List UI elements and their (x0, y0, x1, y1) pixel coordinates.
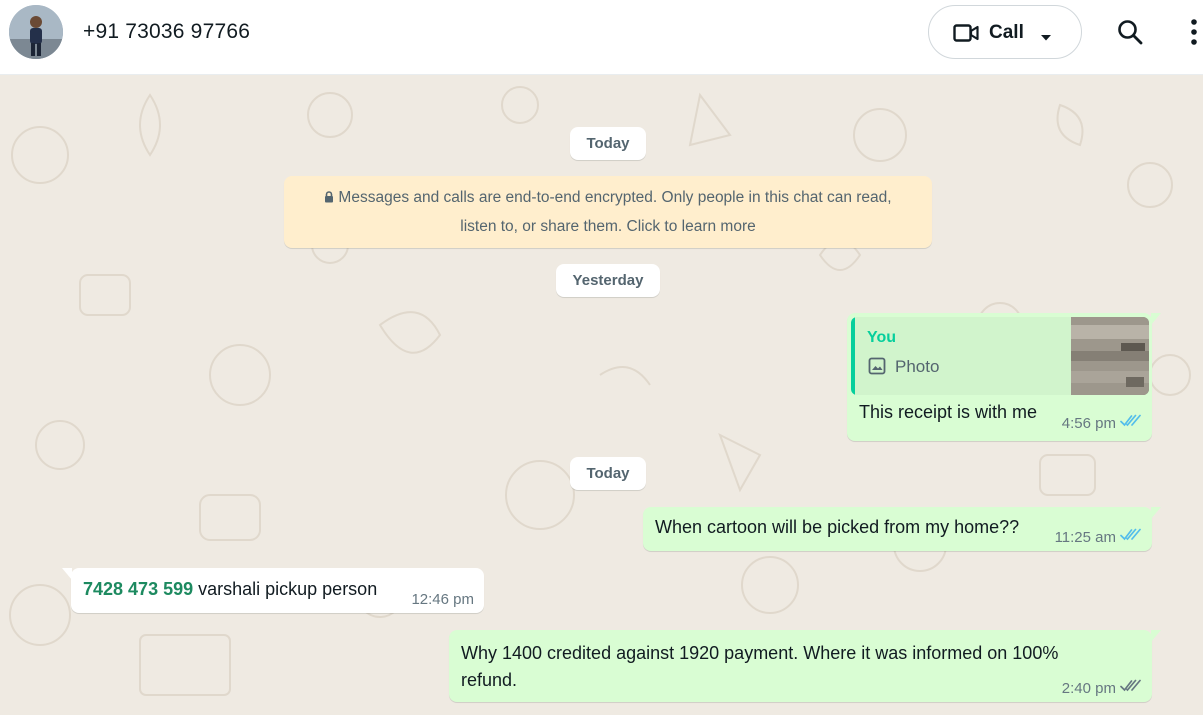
message-meta: 12:46 pm (411, 591, 474, 608)
quote-photo-thumbnail[interactable] (1071, 317, 1149, 395)
date-chip-yesterday: Yesterday (556, 264, 660, 297)
bubble-tail (1151, 313, 1161, 325)
more-options-icon[interactable] (1188, 18, 1200, 53)
message-time: 2:40 pm (1061, 679, 1116, 697)
chevron-down-icon[interactable] (1040, 29, 1052, 47)
call-button-label: Call (989, 22, 1024, 43)
message-body: varshali pickup person (193, 579, 378, 599)
bubble-tail (1151, 507, 1161, 519)
quote-photo-label: Photo (895, 357, 940, 376)
encryption-text-1: Messages and calls are end-to-end encryp… (338, 189, 892, 206)
search-icon[interactable] (1116, 18, 1144, 51)
bubble-tail (62, 568, 72, 580)
contact-name[interactable]: +91 73036 97766 (83, 20, 250, 44)
message-text: Why 1400 credited against 1920 payment. … (461, 640, 1058, 694)
quote-author: You (867, 329, 897, 346)
double-check-icon (1120, 679, 1142, 697)
message-text-line2: refund. (461, 670, 518, 690)
call-button[interactable]: Call (928, 5, 1082, 59)
message-meta: 11:25 am (1055, 528, 1142, 546)
message-bubble-incoming[interactable]: 7428 473 599 varshali pickup person 12:4… (62, 568, 484, 613)
message-time: 11:25 am (1054, 528, 1116, 546)
double-check-icon (1120, 414, 1142, 432)
message-text: This receipt is with me (859, 402, 1038, 422)
double-check-icon (1120, 528, 1142, 546)
message-text: When cartoon will be picked from my home… (655, 517, 1020, 537)
photo-icon (868, 357, 886, 380)
quoted-message[interactable]: You Photo (851, 317, 1149, 395)
bubble-tail (1151, 630, 1161, 642)
date-chip-label: Today (586, 465, 630, 482)
quote-accent-bar (851, 317, 855, 395)
encryption-notice-line1: Messages and calls are end-to-end encryp… (284, 184, 932, 213)
encryption-notice[interactable]: Messages and calls are end-to-end encryp… (284, 176, 932, 248)
message-bubble-outgoing[interactable]: You Photo This receipt is with me 4:56 p… (847, 313, 1161, 441)
video-camera-icon (953, 23, 979, 48)
date-chip-today: Today (570, 127, 646, 160)
date-chip-today-2: Today (570, 457, 646, 490)
message-text: 7428 473 599 varshali pickup person (83, 579, 377, 600)
message-time: 12:46 pm (411, 591, 474, 608)
date-chip-label: Yesterday (572, 272, 644, 289)
contact-avatar[interactable] (9, 5, 63, 59)
message-bubble-outgoing[interactable]: Why 1400 credited against 1920 payment. … (449, 630, 1161, 702)
chat-header: +91 73036 97766 Call (0, 0, 1203, 75)
message-bubble-outgoing[interactable]: When cartoon will be picked from my home… (643, 507, 1161, 551)
message-meta: 4:56 pm (1062, 414, 1142, 432)
message-text-line1: Why 1400 credited against 1920 payment. … (461, 643, 1059, 663)
chat-panel[interactable]: Today Messages and calls are end-to-end … (0, 75, 1203, 715)
encryption-notice-line2: listen to, or share them. Click to learn… (460, 218, 756, 235)
phone-number-link[interactable]: 7428 473 599 (83, 579, 193, 599)
lock-icon (324, 185, 334, 213)
date-chip-label: Today (586, 135, 630, 152)
message-time: 4:56 pm (1061, 414, 1116, 432)
message-meta: 2:40 pm (1062, 679, 1142, 697)
